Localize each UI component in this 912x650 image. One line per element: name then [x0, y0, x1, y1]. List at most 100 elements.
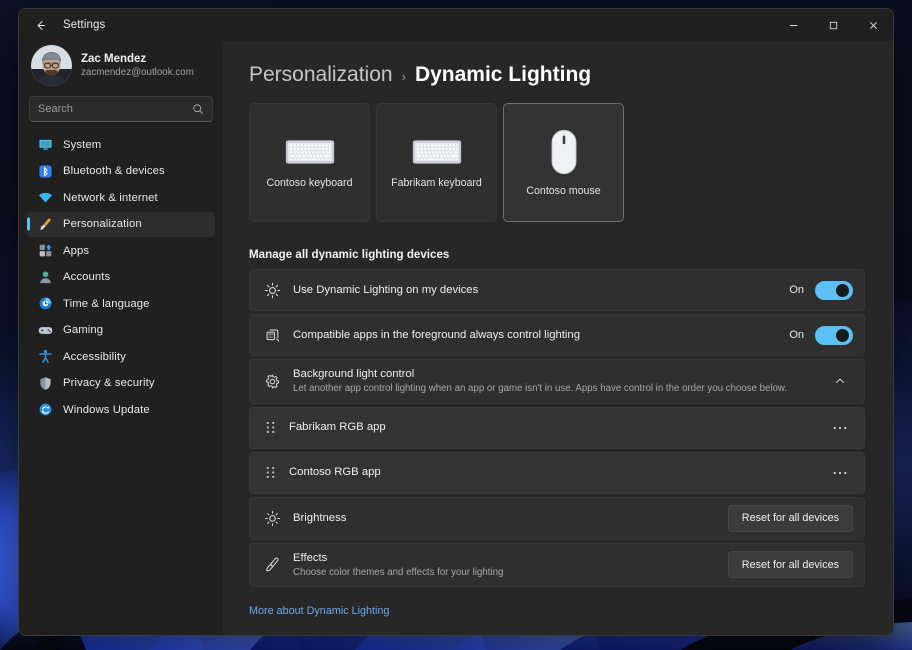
close-button[interactable]	[853, 9, 893, 41]
sidebar-item-apps[interactable]: Apps	[27, 238, 215, 264]
monitor-icon	[37, 137, 53, 153]
more-about-dynamic-lighting-link[interactable]: More about Dynamic Lighting	[249, 605, 389, 617]
sidebar-item-windows-update[interactable]: Windows Update	[27, 397, 215, 423]
account-email: zacmendez@outlook.com	[81, 66, 194, 79]
breadcrumb: Personalization › Dynamic Lighting	[249, 63, 865, 87]
maximize-icon	[828, 20, 839, 31]
row-effects[interactable]: Effects Choose color themes and effects …	[249, 543, 865, 588]
close-icon	[868, 20, 879, 31]
row-compatible-apps-foreground[interactable]: Compatible apps in the foreground always…	[249, 314, 865, 356]
sidebar-item-personalization[interactable]: Personalization	[27, 212, 215, 238]
person-icon	[37, 269, 53, 285]
bluetooth-icon	[37, 163, 53, 179]
sidebar-item-accounts[interactable]: Accounts	[27, 265, 215, 291]
row-control	[827, 368, 853, 394]
keyboard-icon	[412, 137, 462, 167]
row-text: Brightness	[293, 511, 717, 526]
sidebar-item-label: Accounts	[63, 271, 110, 283]
brightness-sun-icon	[262, 282, 282, 299]
sidebar-item-privacy-security[interactable]: Privacy & security	[27, 371, 215, 397]
device-card-contoso-keyboard[interactable]: Contoso keyboard	[249, 103, 370, 222]
device-card-label: Contoso mouse	[526, 185, 600, 197]
apps-lighting-icon	[262, 327, 282, 344]
sidebar-item-bluetooth-devices[interactable]: Bluetooth & devices	[27, 159, 215, 185]
breadcrumb-parent-link[interactable]: Personalization	[249, 63, 393, 87]
row-text: Effects Choose color themes and effects …	[293, 551, 717, 580]
drag-handle-icon[interactable]	[262, 466, 278, 479]
main-content: Personalization › Dynamic Lighting	[223, 41, 893, 635]
row-control	[827, 460, 853, 486]
more-options-icon[interactable]	[827, 460, 853, 486]
row-background-light-control[interactable]: Background light control Let another app…	[249, 359, 865, 404]
row-title: Background light control	[293, 367, 816, 382]
account-block[interactable]: Zac Mendez zacmendez@outlook.com	[27, 41, 215, 96]
sidebar-item-label: Personalization	[63, 218, 142, 230]
search-icon	[192, 103, 204, 115]
sidebar-item-label: Gaming	[63, 324, 103, 336]
toggle-compatible-apps[interactable]	[815, 326, 853, 345]
row-title: Compatible apps in the foreground always…	[293, 328, 778, 343]
page-title: Dynamic Lighting	[415, 63, 591, 87]
sidebar-item-network-internet[interactable]: Network & internet	[27, 185, 215, 211]
toggle-use-dynamic-lighting[interactable]	[815, 281, 853, 300]
arrow-left-icon	[34, 19, 47, 32]
chevron-up-icon[interactable]	[827, 368, 853, 394]
more-options-icon[interactable]	[827, 415, 853, 441]
sidebar-item-label: Apps	[63, 245, 89, 257]
sidebar-item-label: Privacy & security	[63, 377, 155, 389]
row-fabrikam-rgb-app[interactable]: Fabrikam RGB app	[249, 407, 865, 449]
row-title: Brightness	[293, 511, 717, 526]
search-box[interactable]	[29, 96, 213, 122]
sidebar-item-system[interactable]: System	[27, 132, 215, 158]
row-text: Use Dynamic Lighting on my devices	[293, 283, 778, 298]
search-input[interactable]	[38, 103, 192, 115]
window-controls	[773, 9, 893, 41]
toggle-knob	[836, 284, 849, 297]
section-title: Manage all dynamic lighting devices	[249, 248, 865, 261]
settings-window: Settings	[18, 8, 894, 636]
sidebar-item-label: System	[63, 139, 101, 151]
sidebar-item-label: Windows Update	[63, 404, 150, 416]
device-card-fabrikam-keyboard[interactable]: Fabrikam keyboard	[376, 103, 497, 222]
wifi-icon	[37, 190, 53, 206]
row-contoso-rgb-app[interactable]: Contoso RGB app	[249, 452, 865, 494]
device-card-contoso-mouse[interactable]: Contoso mouse	[503, 103, 624, 222]
minimize-button[interactable]	[773, 9, 813, 41]
back-button[interactable]	[23, 10, 57, 40]
sidebar-item-label: Bluetooth & devices	[63, 165, 165, 177]
sidebar-item-gaming[interactable]: Gaming	[27, 318, 215, 344]
row-text: Contoso RGB app	[289, 465, 816, 480]
row-title: Use Dynamic Lighting on my devices	[293, 283, 778, 298]
device-card-label: Fabrikam keyboard	[391, 177, 482, 189]
effects-brush-icon	[262, 556, 282, 573]
sidebar: Zac Mendez zacmendez@outlook.com	[19, 41, 223, 635]
window-body: Zac Mendez zacmendez@outlook.com	[19, 41, 893, 635]
row-title: Fabrikam RGB app	[289, 420, 816, 435]
drag-handle-icon[interactable]	[262, 421, 278, 434]
row-use-dynamic-lighting[interactable]: Use Dynamic Lighting on my devices On	[249, 269, 865, 311]
reset-brightness-button[interactable]: Reset for all devices	[728, 505, 853, 532]
window-title: Settings	[63, 19, 105, 31]
sidebar-item-accessibility[interactable]: Accessibility	[27, 344, 215, 370]
settings-rows: Use Dynamic Lighting on my devices On	[249, 269, 865, 587]
keyboard-icon	[285, 137, 335, 167]
clock-icon	[37, 296, 53, 312]
mouse-icon	[550, 129, 578, 175]
sidebar-item-label: Accessibility	[63, 351, 126, 363]
avatar	[31, 45, 72, 86]
sidebar-nav: System Bluetooth & devices	[27, 132, 215, 423]
apps-icon	[37, 243, 53, 259]
row-text: Compatible apps in the foreground always…	[293, 328, 778, 343]
toggle-state-label: On	[789, 329, 804, 341]
row-text: Background light control Let another app…	[293, 367, 816, 396]
row-title: Contoso RGB app	[289, 465, 816, 480]
maximize-button[interactable]	[813, 9, 853, 41]
accessibility-icon	[37, 349, 53, 365]
row-control: Reset for all devices	[728, 551, 853, 578]
sidebar-item-label: Network & internet	[63, 192, 158, 204]
row-brightness[interactable]: Brightness Reset for all devices	[249, 497, 865, 540]
brightness-icon	[262, 510, 282, 527]
row-control: On	[789, 281, 853, 300]
sidebar-item-time-language[interactable]: Time & language	[27, 291, 215, 317]
reset-effects-button[interactable]: Reset for all devices	[728, 551, 853, 578]
